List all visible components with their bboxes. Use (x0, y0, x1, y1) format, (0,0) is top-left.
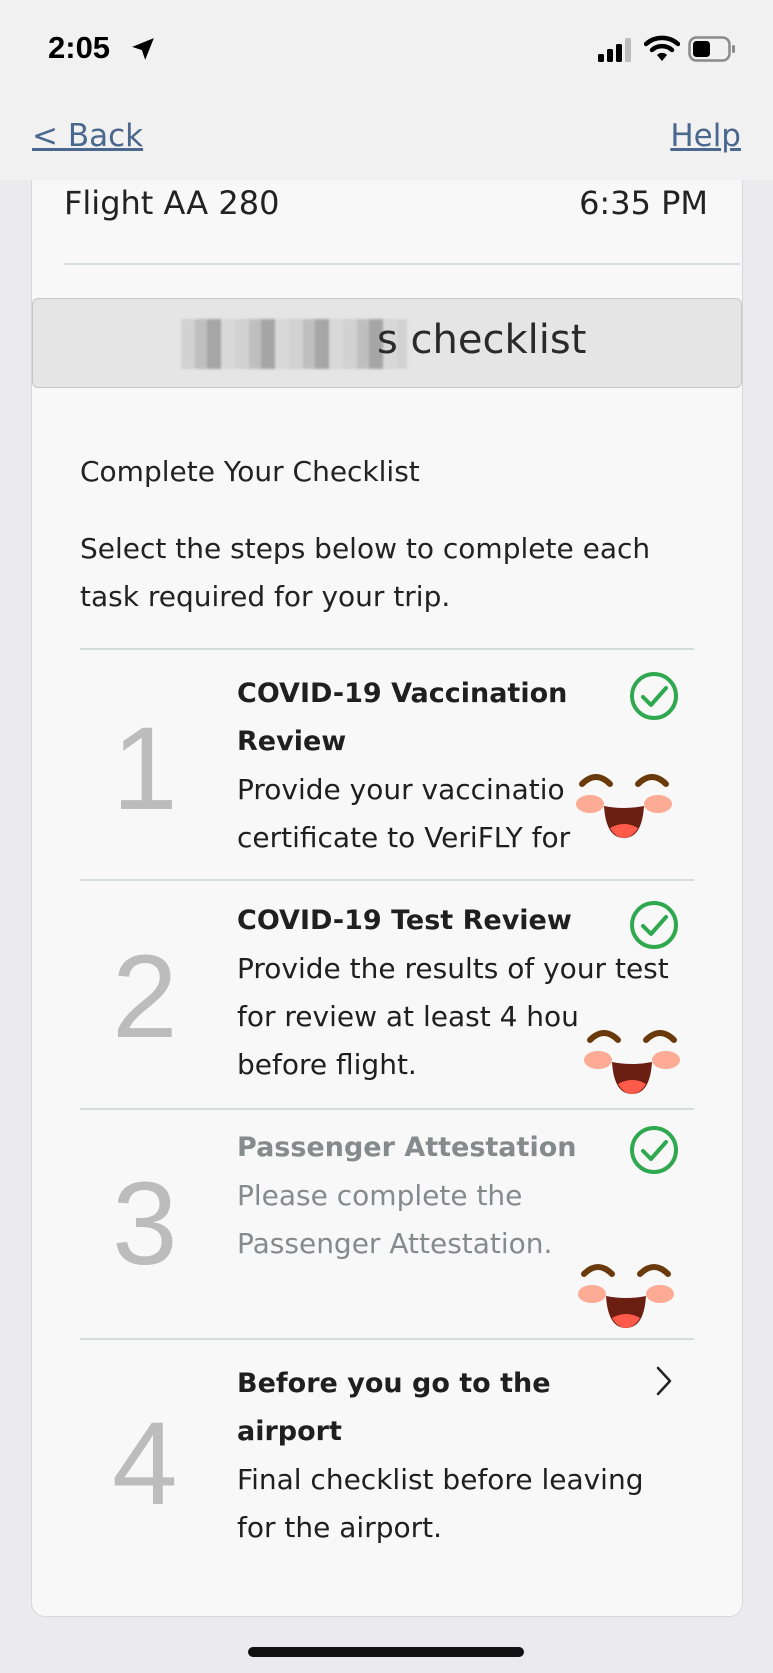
step-title: Passenger Attestation (237, 1132, 577, 1163)
location-arrow-icon (132, 38, 154, 60)
checklist-heading: Complete Your Checklist (80, 455, 420, 488)
divider (64, 263, 740, 265)
battery-icon (688, 36, 735, 62)
signal-icon (598, 38, 631, 62)
step-title: COVID-19 Test Review (237, 905, 572, 936)
status-bar: 2:05 (0, 0, 773, 100)
step-number: 2 (112, 931, 178, 1063)
step-number: 4 (112, 1398, 178, 1530)
step-description: Final checklist before leaving for the a… (237, 1463, 644, 1544)
help-link[interactable]: Help (670, 118, 741, 154)
flight-name: Flight AA 280 (64, 184, 280, 222)
smiling-emoji-sticker (564, 1224, 688, 1348)
step-number: 3 (112, 1158, 178, 1290)
smiling-emoji-sticker (562, 734, 686, 858)
step-title: Before you go to the airport (237, 1368, 551, 1447)
checklist-banner: s checklist (32, 298, 742, 388)
flight-time: 6:35 PM (579, 184, 708, 222)
step-description: Please complete the Passenger Attestatio… (237, 1179, 553, 1260)
home-indicator[interactable] (248, 1647, 524, 1657)
check-circle-icon (630, 1126, 678, 1174)
smiling-emoji-sticker (570, 990, 694, 1114)
checklist-title: s checklist (377, 317, 587, 363)
wifi-icon (644, 35, 680, 61)
redacted-name (181, 319, 407, 369)
checklist-intro: Select the steps below to complete each … (80, 532, 651, 613)
step-number: 1 (112, 703, 178, 835)
check-circle-icon (630, 901, 678, 949)
chevron-right-icon (656, 1366, 672, 1396)
checklist-step-4[interactable]: 4 Before you go to the airport Final che… (80, 1340, 694, 1570)
back-link[interactable]: < Back (32, 118, 143, 154)
check-circle-icon (630, 672, 678, 720)
status-time: 2:05 (48, 30, 111, 65)
